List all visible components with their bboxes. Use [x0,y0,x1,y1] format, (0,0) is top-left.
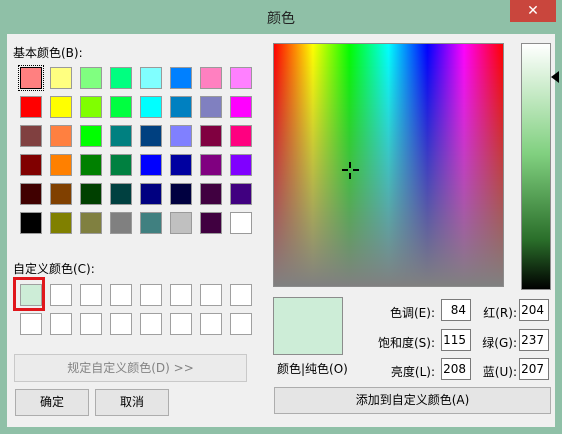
basic-color-swatch[interactable] [110,212,132,234]
color-preview [273,297,343,355]
basic-color-swatch[interactable] [140,96,162,118]
basic-color-swatch[interactable] [80,96,102,118]
basic-color-swatch[interactable] [140,125,162,147]
custom-color-swatch[interactable] [20,313,42,335]
basic-color-swatch[interactable] [140,67,162,89]
basic-color-swatch[interactable] [140,154,162,176]
basic-color-swatch[interactable] [170,212,192,234]
blue-label: 蓝(U): [482,365,517,379]
hue-field[interactable]: 84 [441,299,471,321]
custom-color-swatch[interactable] [140,313,162,335]
add-to-custom-colors-button[interactable]: 添加到自定义颜色(A) [274,387,551,414]
crosshair-icon [342,162,359,179]
basic-color-swatch[interactable] [170,154,192,176]
custom-colors-label: 自定义颜色(C): [13,262,95,276]
basic-color-swatch[interactable] [20,125,42,147]
basic-color-swatch[interactable] [200,67,222,89]
selection-highlight [13,277,45,311]
basic-color-swatch[interactable] [80,125,102,147]
basic-color-swatch[interactable] [18,65,44,91]
basic-color-swatch[interactable] [200,183,222,205]
basic-color-swatch[interactable] [170,96,192,118]
basic-color-swatch[interactable] [50,183,72,205]
basic-color-swatch[interactable] [80,183,102,205]
blue-field[interactable]: 207 [519,358,549,380]
luminance-slider[interactable] [521,43,551,290]
basic-color-swatch[interactable] [230,212,252,234]
luminance-field[interactable]: 208 [441,358,471,380]
dialog-body: 基本颜色(B): 自定义颜色(C): 规定自定义颜色(D) >> 确定 取消 颜… [7,34,559,427]
custom-color-swatch[interactable] [80,284,102,306]
basic-color-swatch[interactable] [20,183,42,205]
saturation-label: 饱和度(S): [377,336,435,350]
basic-color-swatch[interactable] [200,212,222,234]
custom-color-swatch[interactable] [140,284,162,306]
red-field[interactable]: 204 [519,299,549,321]
custom-color-swatch[interactable] [110,284,132,306]
basic-color-swatch[interactable] [50,96,72,118]
red-label: 红(R): [483,306,517,320]
custom-color-swatch[interactable] [230,284,252,306]
ok-button[interactable]: 确定 [15,389,89,416]
basic-color-swatch[interactable] [170,125,192,147]
basic-color-swatch[interactable] [230,67,252,89]
custom-color-swatch[interactable] [200,284,222,306]
basic-color-swatch[interactable] [140,212,162,234]
custom-color-swatch[interactable] [50,284,72,306]
basic-colors-label: 基本颜色(B): [13,46,83,60]
color-dialog: 颜色 ✕ 基本颜色(B): 自定义颜色(C): 规定自定义颜色(D) >> 确定… [0,0,562,434]
basic-color-swatch[interactable] [50,67,72,89]
custom-color-swatch[interactable] [170,284,192,306]
basic-color-swatch[interactable] [200,154,222,176]
close-button[interactable]: ✕ [510,0,556,22]
basic-color-swatch[interactable] [140,183,162,205]
saturation-field[interactable]: 115 [441,329,471,351]
title-bar: 颜色 ✕ [0,0,562,34]
basic-color-swatch[interactable] [230,154,252,176]
custom-color-swatch[interactable] [170,313,192,335]
green-field[interactable]: 237 [519,329,549,351]
luminance-arrow-icon[interactable] [551,71,559,83]
custom-color-swatch[interactable] [110,313,132,335]
basic-color-swatch[interactable] [230,125,252,147]
basic-color-swatch[interactable] [80,154,102,176]
hue-label: 色调(E): [390,306,435,320]
basic-color-swatch[interactable] [110,96,132,118]
green-label: 绿(G): [482,336,517,350]
basic-color-swatch[interactable] [20,212,42,234]
basic-color-swatch[interactable] [230,183,252,205]
window-title: 颜色 [267,11,295,27]
basic-color-swatch[interactable] [110,67,132,89]
basic-color-swatch[interactable] [50,125,72,147]
custom-color-swatch[interactable] [230,313,252,335]
basic-color-swatch[interactable] [80,212,102,234]
basic-color-swatch[interactable] [20,154,42,176]
basic-color-swatch[interactable] [50,212,72,234]
basic-color-swatch[interactable] [80,67,102,89]
define-custom-colors-button[interactable]: 规定自定义颜色(D) >> [14,354,247,382]
basic-color-swatch[interactable] [170,183,192,205]
custom-color-swatch[interactable] [50,313,72,335]
basic-color-swatch[interactable] [230,96,252,118]
custom-color-swatch[interactable] [80,313,102,335]
luminance-label: 亮度(L): [390,365,435,379]
basic-color-swatch[interactable] [20,96,42,118]
basic-color-swatch[interactable] [110,154,132,176]
basic-color-swatch[interactable] [110,125,132,147]
basic-color-swatch[interactable] [170,67,192,89]
basic-color-swatch[interactable] [200,125,222,147]
custom-color-swatch[interactable] [200,313,222,335]
color-spectrum[interactable] [273,43,504,287]
basic-color-swatch[interactable] [110,183,132,205]
basic-color-swatch[interactable] [50,154,72,176]
cancel-button[interactable]: 取消 [95,389,169,416]
basic-color-swatch[interactable] [200,96,222,118]
preview-label: 颜色|纯色(O) [277,362,348,376]
